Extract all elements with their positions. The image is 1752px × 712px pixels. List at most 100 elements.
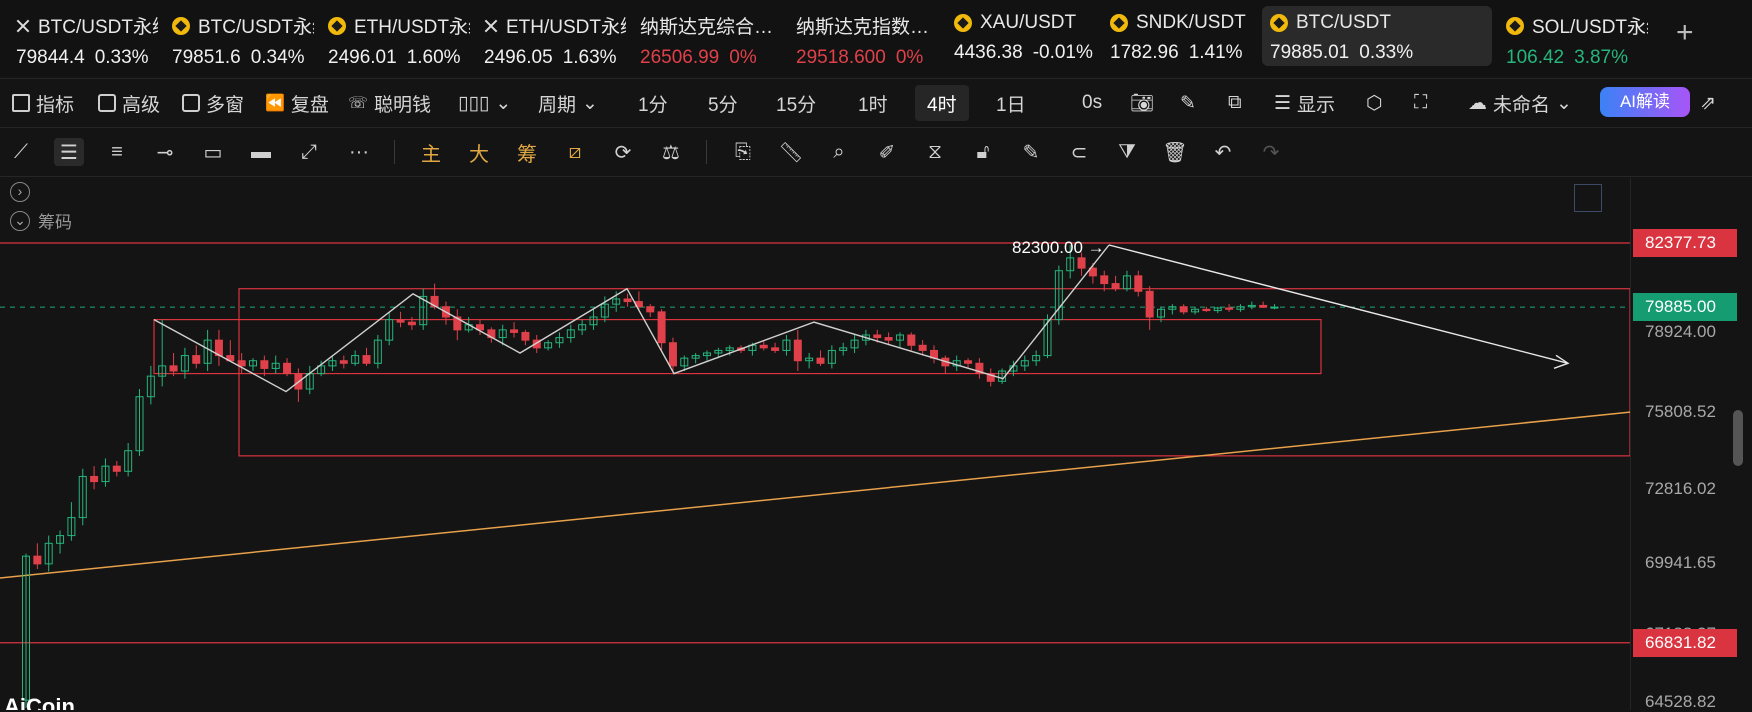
settings-icon[interactable]: ⬡ (1366, 79, 1383, 127)
smart-money-button[interactable]: ☏ 聪明钱 (348, 79, 431, 127)
big-order-toggle[interactable]: 大 (464, 138, 494, 166)
period-dropdown[interactable]: 周期 ⌄ (538, 79, 598, 127)
main-toolbar: 指标 高级 多窗 ⏪ 复盘 ☏ 聪明钱 ▯▯▯ ⌄ 周期 ⌄ 1分 5分 15分 1时 … (0, 78, 1752, 128)
candle-body (1111, 283, 1120, 290)
ticker-item[interactable]: SOL/USDT永续 106.42 3.87% (1498, 6, 1648, 66)
ticker-item[interactable]: ETH/USDT永续 2496.05 1.63% (476, 6, 626, 66)
high-annotation-value: 82300.00 (1012, 238, 1083, 257)
candle-type-dropdown[interactable]: ▯▯▯ ⌄ (458, 79, 511, 127)
projection-arrow-line (1108, 244, 1569, 364)
ticker-quote: 106.42 3.87% (1506, 47, 1640, 66)
chevron-down-icon: ⌄ (582, 92, 598, 114)
exchange-coin-icon (954, 14, 972, 32)
ticker-price: 79851.6 (172, 47, 241, 66)
exchange-coin-icon (328, 16, 346, 35)
ticker-change: 3.87% (1574, 47, 1628, 66)
horizontal-line-tool-icon[interactable]: ⊸ (150, 138, 180, 166)
ticker-item[interactable]: BTC/USDT 79885.01 0.33% (1262, 6, 1492, 66)
candle-body (90, 475, 99, 483)
ticker-item[interactable]: BTC/USDT永续 79844.4 0.33% (8, 6, 158, 66)
ticker-quote: 79885.01 0.33% (1270, 42, 1484, 64)
ticker-price: 26506.99 (640, 47, 720, 66)
multi-window-button[interactable]: 多窗 (182, 79, 244, 127)
measure-icon[interactable]: ⚖ (656, 138, 686, 166)
candle-body (283, 362, 292, 375)
main-toggle[interactable]: 主 (416, 138, 446, 166)
chips-toggle[interactable]: 筹 (512, 138, 542, 166)
undo-icon[interactable]: ↶ (1208, 138, 1238, 166)
ticker-name: XAU/USDT (954, 12, 1088, 34)
magnet-icon[interactable]: ⊂ (1064, 138, 1094, 166)
interval-15m[interactable]: 15分 (776, 79, 816, 127)
chips-indicator[interactable]: ⌄ 筹码 (10, 208, 72, 233)
parallel-lines-tool-icon[interactable]: ≡ (102, 138, 132, 166)
zoom-icon[interactable]: ⌕ (824, 138, 854, 166)
ticker-quote: 79844.4 0.33% (16, 47, 150, 66)
share-icon[interactable]: ⇗ (1700, 79, 1716, 127)
lock-icon[interactable]: 🔓︎ (968, 138, 998, 166)
smart-money-icon: ☏ (348, 95, 369, 112)
candle-body (668, 342, 677, 367)
exchange-x-icon (16, 19, 30, 33)
compare-icon[interactable]: ⧄ (560, 138, 590, 166)
candle-body (657, 311, 666, 344)
sync-icon[interactable]: ⟳ (608, 138, 638, 166)
new-window-icon[interactable]: ⧉ (1228, 79, 1242, 127)
ticker-item[interactable]: 纳斯达克综合… 26506.99 0% (632, 6, 782, 66)
candle-body (1100, 275, 1109, 285)
ticker-quote: 1782.96 1.41% (1110, 42, 1244, 64)
display-button[interactable]: ☰ 显示 (1274, 79, 1335, 127)
indicators-button[interactable]: 指标 (12, 79, 74, 127)
price-chart[interactable]: 78924.0075808.5272816.0269941.6567188.27… (0, 178, 1752, 711)
layout-dropdown[interactable]: ☁ 未命名 ⌄ (1468, 79, 1572, 127)
pencil-icon[interactable]: ✎ (1180, 79, 1196, 127)
arrow-tool-icon[interactable]: ⤢ (294, 138, 324, 166)
eraser-icon[interactable]: ✐ (872, 138, 902, 166)
candle-body (884, 337, 893, 341)
bookmark-icon[interactable]: ⎘ (728, 138, 758, 166)
eye-off-icon[interactable]: ⧖ (920, 138, 950, 166)
chevron-down-icon: ⌄ (495, 92, 512, 114)
filter-icon[interactable]: ⧩ (1112, 138, 1142, 166)
redo-icon[interactable]: ↷ (1256, 138, 1286, 166)
ticker-item[interactable]: SNDK/USDT 1782.96 1.41% (1102, 6, 1252, 66)
more-tools-icon[interactable]: ··· (344, 138, 374, 166)
fullscreen-icon[interactable]: ⛶ (1414, 79, 1427, 127)
replay-button[interactable]: ⏪ 复盘 (265, 79, 329, 127)
rectangle-tool-icon[interactable]: ▭ (198, 138, 228, 166)
ticker-item[interactable]: XAU/USDT 4436.38 -0.01% (946, 6, 1096, 66)
expand-icon[interactable]: › (10, 182, 30, 202)
ticker-item[interactable]: ETH/USDT永续 2496.01 1.60% (320, 6, 470, 66)
add-symbol-icon[interactable]: + (1676, 16, 1694, 50)
candlestick-chart[interactable] (0, 178, 1630, 710)
interval-5m[interactable]: 5分 (708, 79, 738, 127)
candle-body (1145, 290, 1154, 318)
ticker-price: 4436.38 (954, 42, 1023, 63)
ai-read-button[interactable]: AI解读 (1600, 87, 1690, 117)
ticker-change: 0% (895, 47, 924, 66)
ruler-icon[interactable]: 📏︎ (776, 138, 806, 166)
trash-icon[interactable]: 🗑︎ (1160, 138, 1190, 166)
ruler-tool-icon[interactable]: ▬ (246, 138, 276, 166)
scroll-handle[interactable] (1733, 410, 1743, 466)
ticker-item[interactable]: 纳斯达克指数… 29518.600 0% (788, 6, 938, 66)
interval-1h[interactable]: 1时 (858, 79, 888, 127)
candle-body (793, 339, 802, 362)
interval-1d[interactable]: 1日 (996, 79, 1026, 127)
advanced-button[interactable]: 高级 (98, 79, 160, 127)
camera-icon[interactable]: 📷︎ (1130, 79, 1154, 127)
interval-4h[interactable]: 4时 (915, 85, 969, 121)
replay-label: 复盘 (290, 94, 329, 116)
display-label: 显示 (1297, 94, 1336, 116)
candle-body (1270, 306, 1279, 309)
horizontal-lines-tool-icon[interactable]: ☰ (54, 138, 84, 166)
fit-screen-icon[interactable] (1574, 184, 1602, 212)
price-tick: 75808.52 (1645, 401, 1716, 421)
ticker-name: BTC/USDT永续 (16, 12, 158, 39)
ticker-quote: 2496.05 1.63% (484, 47, 618, 66)
ticker-item[interactable]: BTC/USDT永续 79851.6 0.34% (164, 6, 314, 66)
collapse-icon[interactable]: ⌄ (10, 210, 30, 231)
interval-1m[interactable]: 1分 (638, 79, 668, 127)
edit-list-icon[interactable]: ✎ (1016, 138, 1046, 166)
line-tool-icon[interactable]: ⟋ (6, 138, 36, 166)
